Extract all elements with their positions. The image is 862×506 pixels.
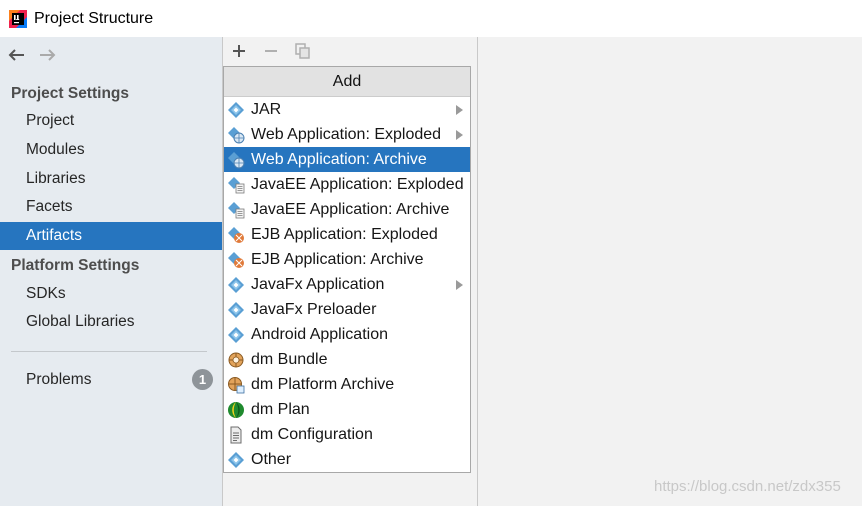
artifact-diamond-icon <box>227 276 245 294</box>
web-artifact-icon <box>227 151 245 169</box>
sidebar-item-global-libraries[interactable]: Global Libraries <box>0 308 222 336</box>
watermark-text: https://blog.csdn.net/zdx355 <box>654 478 841 495</box>
menu-item-label: Web Application: Exploded <box>251 126 442 143</box>
menu-item-ejb-application-exploded[interactable]: EJB Application: Exploded <box>224 222 470 247</box>
menu-item-javafx-preloader[interactable]: JavaFx Preloader <box>224 297 470 322</box>
menu-item-dm-platform-archive[interactable]: dm Platform Archive <box>224 372 470 397</box>
menu-item-dm-configuration[interactable]: dm Configuration <box>224 422 470 447</box>
dm-bundle-icon <box>227 351 245 369</box>
sidebar-item-artifacts[interactable]: Artifacts <box>0 222 222 250</box>
menu-item-label: dm Platform Archive <box>251 376 395 393</box>
menu-item-label: Android Application <box>251 326 388 343</box>
ejb-artifact-icon <box>227 226 245 244</box>
artifacts-toolbar <box>223 37 477 66</box>
submenu-arrow-icon <box>456 280 463 290</box>
window-title: Project Structure <box>34 9 154 27</box>
dm-config-icon <box>227 426 245 444</box>
menu-item-label: dm Plan <box>251 401 310 418</box>
menu-item-label: JavaFx Application <box>251 276 385 293</box>
submenu-arrow-icon <box>456 105 463 115</box>
copy-icon[interactable] <box>295 43 311 59</box>
artifact-diamond-icon <box>227 326 245 344</box>
sidebar-item-project[interactable]: Project <box>0 107 222 135</box>
menu-item-dm-bundle[interactable]: dm Bundle <box>224 347 470 372</box>
web-artifact-icon <box>227 126 245 144</box>
forward-arrow-icon[interactable] <box>38 46 58 64</box>
menu-item-web-application-exploded[interactable]: Web Application: Exploded <box>224 122 470 147</box>
menu-item-ejb-application-archive[interactable]: EJB Application: Archive <box>224 247 470 272</box>
menu-item-label: JavaEE Application: Archive <box>251 201 450 218</box>
sidebar-item-sdks[interactable]: SDKs <box>0 280 222 308</box>
menu-item-javafx-application[interactable]: JavaFx Application <box>224 272 470 297</box>
ejb-artifact-icon <box>227 251 245 269</box>
popup-title: Add <box>224 67 470 97</box>
menu-item-label: Other <box>251 451 292 468</box>
navigation-bar <box>0 37 222 73</box>
panel-divider[interactable] <box>477 37 478 506</box>
sidebar-item-facets[interactable]: Facets <box>0 193 222 221</box>
artifact-diamond-icon <box>227 301 245 319</box>
sidebar-item-modules[interactable]: Modules <box>0 136 222 164</box>
settings-sidebar: Project Settings Project Modules Librari… <box>0 37 223 506</box>
menu-item-label: EJB Application: Archive <box>251 251 424 268</box>
menu-item-dm-plan[interactable]: dm Plan <box>224 397 470 422</box>
project-settings-header: Project Settings <box>11 85 129 102</box>
menu-item-android-application[interactable]: Android Application <box>224 322 470 347</box>
menu-item-label: JavaEE Application: Exploded <box>251 176 464 193</box>
javaee-artifact-icon <box>227 176 245 194</box>
artifact-diamond-icon <box>227 101 245 119</box>
title-bar: Project Structure <box>0 0 862 37</box>
plus-icon[interactable] <box>231 43 247 59</box>
menu-item-web-application-archive[interactable]: Web Application: Archive <box>224 147 470 172</box>
sidebar-divider <box>11 351 207 352</box>
dm-platform-icon <box>227 376 245 394</box>
menu-item-label: dm Configuration <box>251 426 373 443</box>
intellij-app-icon <box>9 9 27 28</box>
menu-item-label: JAR <box>251 101 282 118</box>
menu-item-jar[interactable]: JAR <box>224 97 470 122</box>
sidebar-item-problems[interactable]: Problems <box>0 366 222 394</box>
platform-settings-header: Platform Settings <box>11 257 140 274</box>
menu-item-javaee-application-exploded[interactable]: JavaEE Application: Exploded <box>224 172 470 197</box>
submenu-arrow-icon <box>456 130 463 140</box>
minus-icon[interactable] <box>263 43 279 59</box>
problems-count-badge: 1 <box>192 369 213 390</box>
dm-plan-icon <box>227 401 245 419</box>
menu-item-javaee-application-archive[interactable]: JavaEE Application: Archive <box>224 197 470 222</box>
add-artifact-popup: Add JAR Web Application: Exploded Web Appl… <box>223 66 471 473</box>
back-arrow-icon[interactable] <box>6 46 26 64</box>
menu-item-label: dm Bundle <box>251 351 328 368</box>
menu-item-other[interactable]: Other <box>224 447 470 472</box>
artifact-diamond-icon <box>227 451 245 469</box>
menu-item-label: Web Application: Archive <box>251 151 427 168</box>
menu-item-label: EJB Application: Exploded <box>251 226 438 243</box>
javaee-artifact-icon <box>227 201 245 219</box>
sidebar-item-libraries[interactable]: Libraries <box>0 165 222 193</box>
menu-item-label: JavaFx Preloader <box>251 301 377 318</box>
